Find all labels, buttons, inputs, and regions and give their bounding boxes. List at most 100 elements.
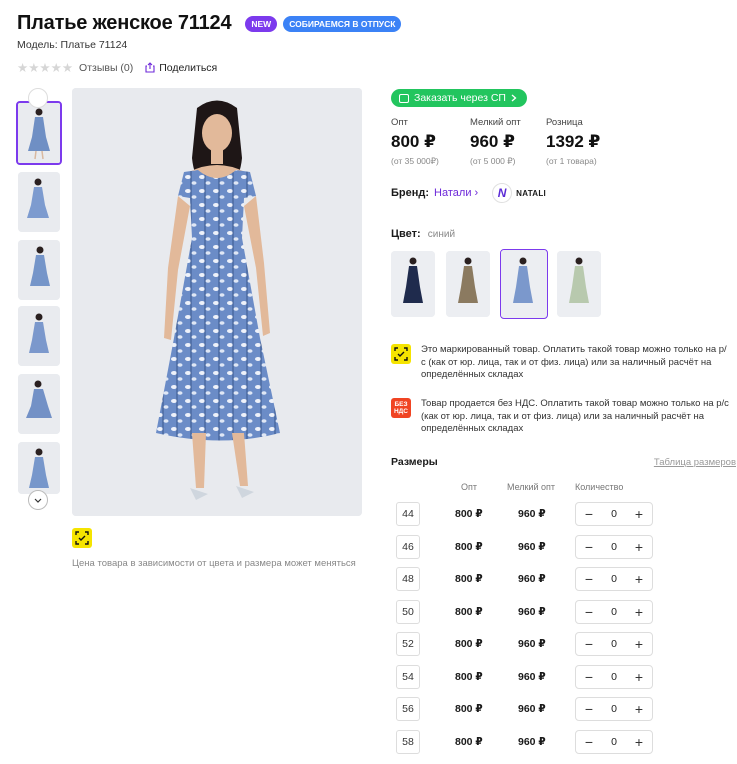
minus-icon[interactable]: − xyxy=(582,605,596,619)
size-small-opt-price: 960 ₽ xyxy=(518,670,546,683)
dress-photo-icon xyxy=(18,374,60,434)
size-opt-price: 800 ₽ xyxy=(455,670,483,683)
size-small-opt-price: 960 ₽ xyxy=(518,638,546,650)
brand-link[interactable]: Натали xyxy=(434,187,471,199)
color-swatch-mint[interactable] xyxy=(557,251,601,317)
color-swatch-blue[interactable] xyxy=(500,249,548,319)
quantity-value[interactable]: 0 xyxy=(611,671,617,683)
thumbnail-6[interactable] xyxy=(18,442,60,494)
plus-icon[interactable]: + xyxy=(632,735,646,749)
quantity-value[interactable]: 0 xyxy=(611,638,617,650)
plus-icon[interactable]: + xyxy=(632,507,646,521)
plus-icon[interactable]: + xyxy=(632,702,646,716)
color-row: Цвет: синий xyxy=(391,228,455,240)
thumbs-scroll-down-button[interactable] xyxy=(28,490,48,510)
thumbnail-1[interactable] xyxy=(16,101,62,165)
quantity-value[interactable]: 0 xyxy=(611,573,617,585)
size-row: 50 800 ₽ 960 ₽ − 0 + xyxy=(396,599,656,625)
quantity-stepper: − 0 + xyxy=(575,697,653,721)
price-label: Мелкий опт xyxy=(470,117,521,128)
marking-icon xyxy=(391,344,411,364)
minus-icon[interactable]: − xyxy=(582,735,596,749)
price-value: 960 ₽ xyxy=(470,132,515,151)
quantity-stepper: − 0 + xyxy=(575,599,653,624)
marking-check-icon xyxy=(75,531,89,545)
price-note: (от 35 000₽) xyxy=(391,156,439,166)
quantity-value[interactable]: 0 xyxy=(611,508,617,520)
size-label: 46 xyxy=(396,534,420,559)
minus-icon[interactable]: − xyxy=(582,507,596,521)
size-row: 44 800 ₽ 960 ₽ − 0 + xyxy=(396,502,656,527)
thumbnail-2[interactable] xyxy=(18,172,60,232)
price-value: 1392 ₽ xyxy=(546,132,601,151)
quantity-value[interactable]: 0 xyxy=(611,541,617,553)
title-row: Платье женское 71124 NEW СОБИРАЕМСЯ В ОТ… xyxy=(17,12,402,35)
sizes-title: Размеры xyxy=(391,456,438,468)
marking-notice: Это маркированный товар. Оплатить такой … xyxy=(391,344,731,382)
model-text: Модель: Платье 71124 xyxy=(17,39,128,51)
size-row: 52 800 ₽ 960 ₽ − 0 + xyxy=(396,632,656,657)
minus-icon[interactable]: − xyxy=(582,670,596,684)
sizes-header: Размеры Таблица размеров xyxy=(391,456,736,468)
color-value: синий xyxy=(427,229,456,240)
price-note: (от 5 000 ₽) xyxy=(470,156,516,166)
brand-label: Бренд: xyxy=(391,187,430,199)
marking-notice-text: Это маркированный товар. Оплатить такой … xyxy=(421,344,727,380)
color-swatch-navy[interactable] xyxy=(391,251,435,317)
size-label: 50 xyxy=(396,599,420,624)
size-chart-link[interactable]: Таблица размеров xyxy=(654,457,736,468)
quantity-stepper: − 0 + xyxy=(575,502,653,526)
chevron-down-icon xyxy=(34,498,42,503)
size-row: 54 800 ₽ 960 ₽ − 0 + xyxy=(396,664,656,690)
plus-icon[interactable]: + xyxy=(632,605,646,619)
quantity-stepper: − 0 + xyxy=(575,729,653,754)
color-swatch-brown[interactable] xyxy=(446,251,490,317)
vacation-badge[interactable]: СОБИРАЕМСЯ В ОТПУСК xyxy=(283,15,402,32)
dress-photo-icon xyxy=(446,251,490,317)
size-small-opt-price: 960 ₽ xyxy=(518,605,546,618)
thumbnail-4[interactable] xyxy=(18,306,60,366)
thumbnail-3[interactable] xyxy=(18,240,60,300)
size-opt-price: 800 ₽ xyxy=(455,638,483,650)
size-row: 46 800 ₽ 960 ₽ − 0 + xyxy=(396,534,656,560)
size-small-opt-price: 960 ₽ xyxy=(518,735,546,748)
minus-icon[interactable]: − xyxy=(582,702,596,716)
share-icon xyxy=(145,62,155,73)
minus-icon[interactable]: − xyxy=(582,572,596,586)
size-label: 48 xyxy=(396,567,420,591)
brand-logo-text: NATALI xyxy=(516,188,547,198)
plus-icon[interactable]: + xyxy=(632,572,646,586)
main-product-photo[interactable] xyxy=(72,88,362,516)
dress-photo-icon xyxy=(18,240,60,300)
dress-photo-icon xyxy=(18,442,60,494)
minus-icon[interactable]: − xyxy=(582,540,596,554)
size-opt-price: 800 ₽ xyxy=(455,573,483,585)
quantity-stepper: − 0 + xyxy=(575,534,653,559)
share-button[interactable]: Поделиться xyxy=(145,62,217,74)
brand-logo-icon[interactable]: N xyxy=(492,183,513,203)
price-retail: Розница 1392 ₽ (от 1 товара) xyxy=(546,117,600,166)
size-label: 44 xyxy=(396,502,420,526)
size-small-opt-price: 960 ₽ xyxy=(518,573,546,585)
size-small-opt-price: 960 ₽ xyxy=(518,508,546,520)
plus-icon[interactable]: + xyxy=(632,670,646,684)
dress-photo-icon xyxy=(18,172,60,232)
quantity-value[interactable]: 0 xyxy=(611,606,617,618)
plus-icon[interactable]: + xyxy=(632,637,646,651)
order-sp-button[interactable]: Заказать через СП xyxy=(391,89,527,107)
thumbs-scroll-up-button[interactable] xyxy=(28,88,48,108)
rating-stars: ★★★★★ xyxy=(17,61,74,75)
minus-icon[interactable]: − xyxy=(582,637,596,651)
quantity-stepper: − 0 + xyxy=(575,664,653,689)
size-small-opt-price: 960 ₽ xyxy=(518,540,546,553)
no-vat-notice: БЕЗ НДС Товар продается без НДС. Оплатит… xyxy=(391,398,731,436)
thumbnail-5[interactable] xyxy=(18,374,60,434)
no-vat-icon: БЕЗ НДС xyxy=(391,398,411,418)
quantity-value[interactable]: 0 xyxy=(611,736,617,748)
cart-icon xyxy=(399,93,409,103)
new-badge: NEW xyxy=(245,15,278,32)
reviews-link[interactable]: Отзывы (0) xyxy=(79,62,133,74)
quantity-value[interactable]: 0 xyxy=(611,703,617,715)
plus-icon[interactable]: + xyxy=(632,540,646,554)
price-label: Опт xyxy=(391,117,408,128)
